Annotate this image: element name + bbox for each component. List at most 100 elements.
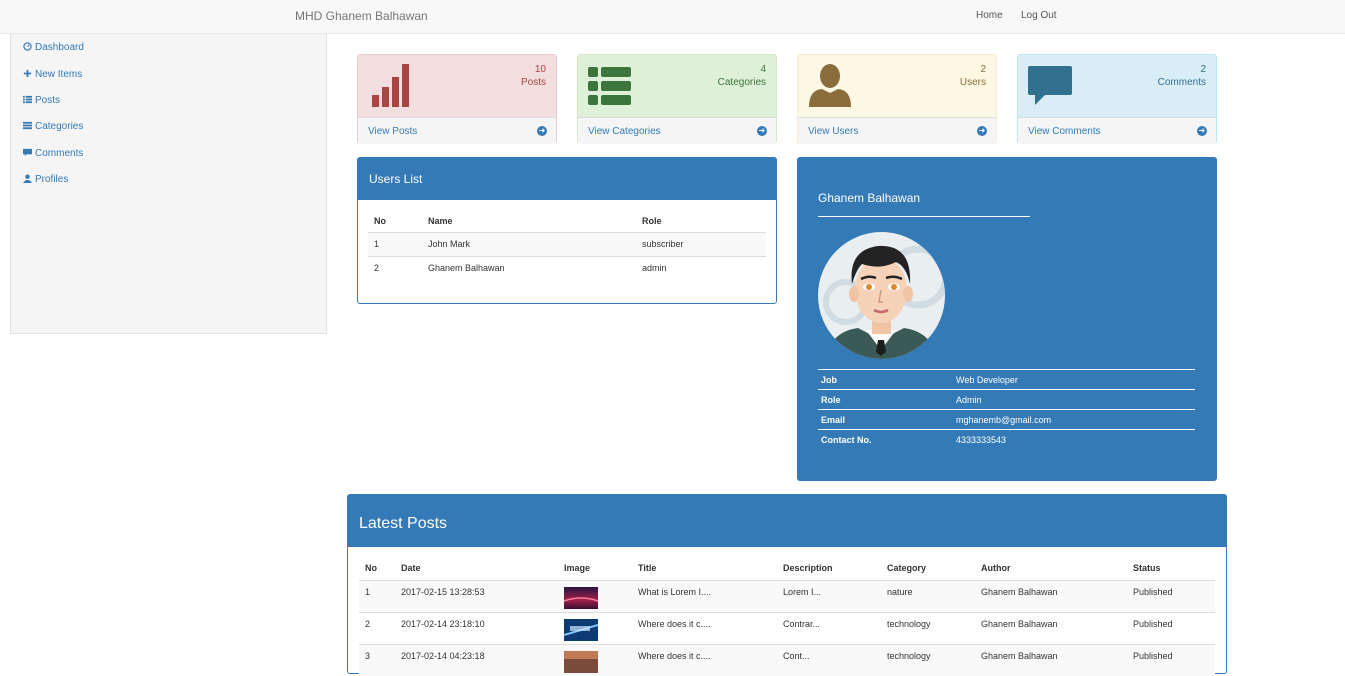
table-cell: 2017-02-14 23:18:10 [395, 611, 558, 644]
table-row: Contact No. 4333333543 [818, 429, 1195, 450]
profile-field-value: Admin [953, 389, 1195, 410]
table-header-row: No Name Role [368, 210, 766, 233]
table-cell: Where does it c.... [632, 643, 777, 676]
profile-field-key: Job [818, 369, 953, 390]
table-cell: Where does it c.... [632, 611, 777, 644]
user-icon [808, 63, 852, 110]
stat-card-footer: View Posts ➜ [358, 117, 556, 144]
sidebar-item-dashboard[interactable]: Dashboard [22, 42, 84, 53]
posts-table: No Date Image Title Description Category… [359, 556, 1215, 676]
profile-panel: Ghanem Balhawan Job Web Developer Role A… [797, 157, 1217, 481]
column-header: Date [395, 556, 558, 581]
profile-field-key: Role [818, 389, 953, 410]
column-header: Role [636, 210, 766, 233]
stat-count: 2 Comments [1158, 63, 1206, 89]
table-row: 2 2017-02-14 23:18:10 Where does it c...… [359, 611, 1215, 644]
sidebar-item-new-items[interactable]: New Items [22, 69, 82, 80]
sidebar-item-profiles[interactable]: Profiles [22, 174, 68, 185]
table-row: Email mghanemb@gmail.com [818, 409, 1195, 430]
stat-card-users: 2 Users View Users ➜ [797, 54, 997, 144]
users-table: No Name Role 1 John Mark subscriber 2 Gh… [368, 210, 766, 280]
dashboard-icon [22, 42, 32, 53]
post-thumbnail [564, 618, 598, 641]
table-cell: 2 [368, 255, 422, 280]
stat-count-value: 2 [1200, 64, 1206, 75]
comment-icon [1028, 66, 1072, 109]
profile-field-key: Contact No. [818, 429, 953, 450]
table-cell: John Mark [422, 231, 636, 256]
stat-count: 4 Categories [718, 63, 766, 89]
stat-card-categories: 4 Categories View Categories ➜ [577, 54, 777, 144]
column-header: Image [558, 556, 632, 581]
table-cell: technology [881, 643, 975, 676]
sidebar-item-categories[interactable]: Categories [22, 121, 83, 132]
profile-details-table: Job Web Developer Role Admin Email mghan… [818, 369, 1195, 450]
stat-card-comments: 2 Comments View Comments ➜ [1017, 54, 1217, 144]
sidebar-item-label: New Items [35, 69, 83, 80]
table-cell: 3 [359, 643, 395, 676]
th-list-icon [588, 67, 632, 108]
sidebar: Dashboard New Items Posts Categories Com… [10, 34, 327, 334]
stat-card-posts: 10 Posts View Posts ➜ [357, 54, 557, 144]
view-users-link[interactable]: View Users [808, 126, 858, 137]
view-posts-link[interactable]: View Posts [368, 126, 417, 137]
column-header: Description [777, 556, 881, 581]
arrow-right-icon[interactable]: ➜ [757, 126, 767, 136]
table-row: 3 2017-02-14 04:23:18 Where does it c...… [359, 643, 1215, 676]
plus-icon [22, 69, 32, 80]
table-cell: subscriber [636, 231, 766, 256]
table-cell [558, 611, 632, 644]
sidebar-item-label: Comments [35, 148, 84, 159]
user-icon [22, 174, 32, 185]
column-header: Author [975, 556, 1127, 581]
users-list-title: Users List [358, 158, 776, 200]
arrow-right-icon[interactable]: ➜ [537, 126, 547, 136]
sidebar-item-label: Posts [35, 95, 61, 106]
table-cell: 1 [368, 231, 422, 256]
table-cell: nature [881, 579, 975, 612]
table-cell: technology [881, 611, 975, 644]
categories-icon [22, 121, 32, 132]
sidebar-item-label: Categories [35, 121, 84, 132]
arrow-right-icon[interactable]: ➜ [1197, 126, 1207, 136]
arrow-right-icon[interactable]: ➜ [977, 126, 987, 136]
table-cell: Ghanem Balhawan [975, 643, 1127, 676]
sidebar-item-posts[interactable]: Posts [22, 95, 60, 106]
stat-card-body: 10 Posts [358, 55, 556, 117]
bar-chart-icon [371, 63, 413, 110]
stat-count: 2 Users [960, 63, 986, 89]
sidebar-item-comments[interactable]: Comments [22, 148, 83, 159]
stat-card-footer: View Categories ➜ [578, 117, 776, 144]
stat-count-value: 10 [534, 64, 546, 75]
table-cell: Published [1127, 643, 1215, 676]
stat-count-label: Posts [520, 77, 546, 88]
view-comments-link[interactable]: View Comments [1028, 126, 1101, 137]
table-cell: 2017-02-15 13:28:53 [395, 579, 558, 612]
table-cell: Published [1127, 579, 1215, 612]
profile-field-key: Email [818, 409, 953, 430]
stat-count-value: 2 [980, 64, 986, 75]
stat-count-label: Users [959, 77, 986, 88]
column-header: No [359, 556, 395, 581]
latest-posts-panel: Latest Posts No Date Image Title Descrip… [347, 494, 1227, 676]
divider [818, 216, 1030, 217]
sidebar-item-label: Profiles [35, 174, 69, 185]
table-header-row: No Date Image Title Description Category… [359, 556, 1215, 581]
profile-field-value: 4333333543 [953, 429, 1195, 450]
stat-count-label: Categories [717, 77, 766, 88]
stat-count-label: Comments [1157, 77, 1206, 88]
logout-link[interactable]: Log Out [1021, 10, 1057, 21]
stat-card-body: 2 Comments [1018, 55, 1216, 117]
column-header: Title [632, 556, 777, 581]
table-cell: What is Lorem I.... [632, 579, 777, 612]
table-cell: admin [636, 255, 766, 280]
view-categories-link[interactable]: View Categories [588, 126, 661, 137]
table-cell: 2 [359, 611, 395, 644]
brand-title[interactable]: MHD Ghanem Balhawan [295, 9, 428, 23]
stat-count-value: 4 [760, 64, 766, 75]
table-cell [558, 579, 632, 612]
table-cell [558, 643, 632, 676]
table-cell: 1 [359, 579, 395, 612]
table-cell: Ghanem Balhawan [975, 611, 1127, 644]
home-link[interactable]: Home [976, 10, 1003, 21]
